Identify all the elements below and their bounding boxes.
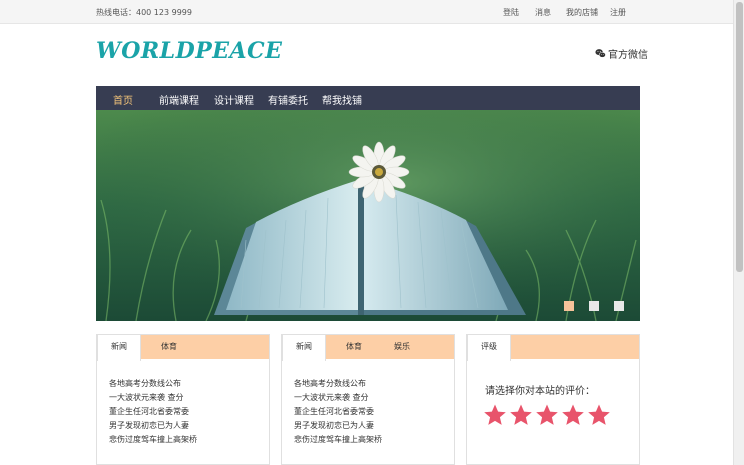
- news-panel-2: 新闻 体育 娱乐 各地高考分数线公布 一大波状元来袭 查分 董企生任河北省委常委…: [281, 334, 455, 465]
- tab-sports[interactable]: 体育: [332, 335, 376, 359]
- book-daisy-image: [96, 110, 640, 321]
- wechat-icon: [595, 49, 606, 58]
- news-item[interactable]: 男子发现初恋已为人妻: [109, 419, 197, 433]
- tab-news[interactable]: 新闻: [282, 335, 326, 361]
- rating-panel: 评级 请选择你对本站的评价：: [466, 334, 640, 465]
- hero-banner[interactable]: [96, 110, 640, 321]
- rating-prompt: 请选择你对本站的评价：: [485, 386, 595, 397]
- site-logo[interactable]: WORLDPEACE: [96, 38, 282, 64]
- news-list: 各地高考分数线公布 一大波状元来袭 查分 董企生任河北省委常委 男子发现初恋已为…: [294, 377, 382, 447]
- news-item[interactable]: 悲伤过度驾车撞上高架桥: [294, 433, 382, 447]
- wechat-link[interactable]: 官方微信: [595, 46, 648, 61]
- panel-tabbar: 新闻 体育: [97, 335, 269, 361]
- wechat-label: 官方微信: [608, 50, 648, 61]
- nav-shop-entrust[interactable]: 有铺委托: [268, 92, 308, 107]
- messages-link[interactable]: 消息: [535, 7, 551, 18]
- tab-news[interactable]: 新闻: [97, 335, 141, 361]
- star-icon[interactable]: [483, 403, 507, 427]
- news-item[interactable]: 董企生任河北省委常委: [294, 405, 382, 419]
- page-scrollbar[interactable]: [733, 0, 744, 465]
- star-icon[interactable]: [561, 403, 585, 427]
- main-nav: 首页 前端课程 设计课程 有铺委托 帮我找铺: [96, 86, 640, 110]
- news-panel-1: 新闻 体育 各地高考分数线公布 一大波状元来袭 查分 董企生任河北省委常委 男子…: [96, 334, 270, 465]
- panel-tabbar: 评级: [467, 335, 639, 361]
- news-item[interactable]: 董企生任河北省委常委: [109, 405, 197, 419]
- star-icon[interactable]: [587, 403, 611, 427]
- nav-find-shop[interactable]: 帮我找铺: [322, 92, 362, 107]
- nav-frontend-courses[interactable]: 前端课程: [159, 92, 199, 107]
- my-shop-link[interactable]: 我的店铺: [566, 7, 598, 18]
- slide-dot-3[interactable]: [614, 301, 624, 311]
- panel-tabbar: 新闻 体育 娱乐: [282, 335, 454, 361]
- register-link[interactable]: 注册: [610, 7, 626, 18]
- rating-stars[interactable]: [483, 403, 611, 427]
- star-icon[interactable]: [509, 403, 533, 427]
- news-item[interactable]: 悲伤过度驾车撞上高架桥: [109, 433, 197, 447]
- nav-design-courses[interactable]: 设计课程: [214, 92, 254, 107]
- news-item[interactable]: 一大波状元来袭 查分: [294, 391, 382, 405]
- top-bar: 热线电话：400 123 9999 登陆 消息 我的店铺 注册: [0, 0, 733, 24]
- hotline-text: 热线电话：400 123 9999: [96, 8, 192, 17]
- news-item[interactable]: 各地高考分数线公布: [294, 377, 382, 391]
- news-item[interactable]: 各地高考分数线公布: [109, 377, 197, 391]
- slide-dot-1[interactable]: [564, 301, 574, 311]
- tab-rating[interactable]: 评级: [467, 335, 511, 361]
- scrollbar-thumb[interactable]: [736, 2, 743, 272]
- tab-entertainment[interactable]: 娱乐: [380, 335, 424, 359]
- star-icon[interactable]: [535, 403, 559, 427]
- nav-home[interactable]: 首页: [113, 92, 133, 107]
- news-item[interactable]: 男子发现初恋已为人妻: [294, 419, 382, 433]
- tab-sports[interactable]: 体育: [147, 335, 191, 359]
- news-item[interactable]: 一大波状元来袭 查分: [109, 391, 197, 405]
- login-link[interactable]: 登陆: [503, 7, 519, 18]
- slide-dot-2[interactable]: [589, 301, 599, 311]
- news-list: 各地高考分数线公布 一大波状元来袭 查分 董企生任河北省委常委 男子发现初恋已为…: [109, 377, 197, 447]
